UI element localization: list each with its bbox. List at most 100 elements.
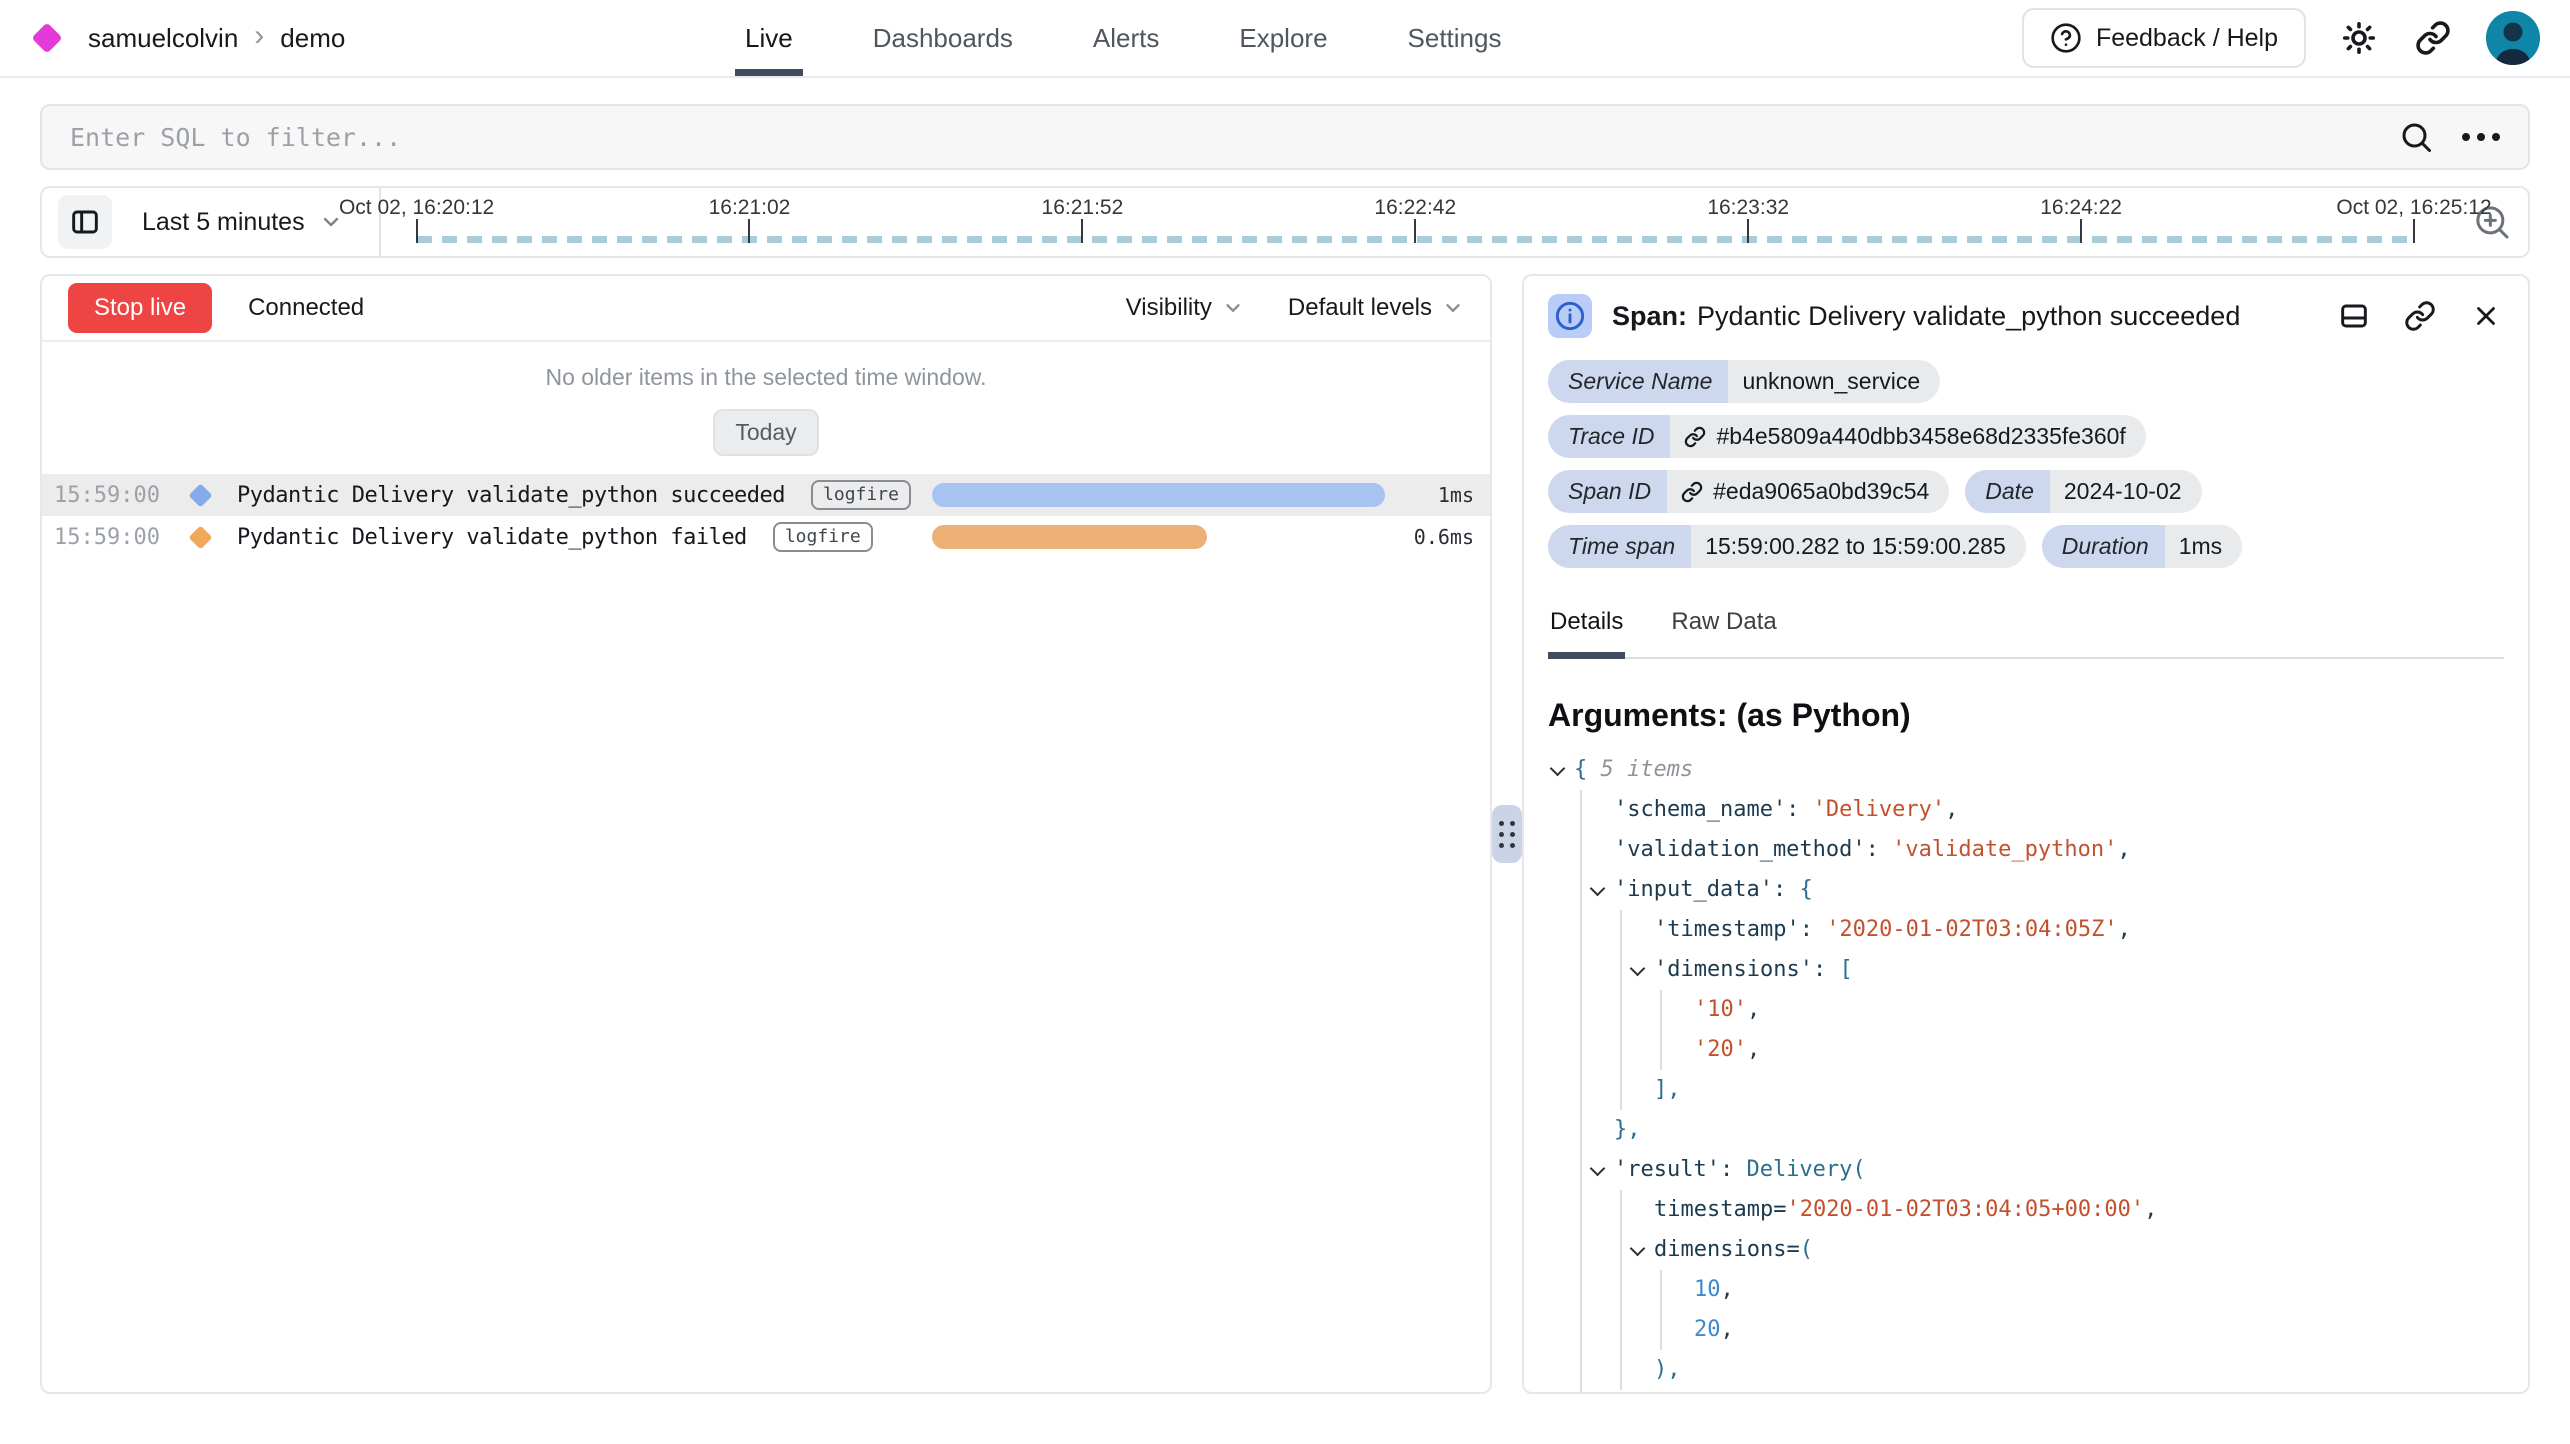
day-pill[interactable]: Today xyxy=(713,409,818,456)
sql-filter-input[interactable]: Enter SQL to filter... xyxy=(70,123,401,152)
empty-notice: No older items in the selected time wind… xyxy=(42,364,1490,391)
collapse-caret-icon[interactable] xyxy=(1630,1230,1648,1270)
logfire-logo-icon[interactable] xyxy=(31,22,62,53)
span-header-actions xyxy=(2336,298,2504,334)
meta-pill-span-id: Span ID#eda9065a0bd39c54 xyxy=(1548,470,1949,513)
feedback-help-button[interactable]: Feedback / Help xyxy=(2022,8,2306,68)
collapse-caret-icon[interactable] xyxy=(1550,750,1568,790)
collapse-caret-icon[interactable] xyxy=(1590,1150,1608,1190)
drag-handle-icon[interactable] xyxy=(1492,805,1522,863)
scope-badge: logfire xyxy=(773,522,873,552)
nav-settings[interactable]: Settings xyxy=(1408,0,1502,76)
duration-label: 1ms xyxy=(1438,483,1474,507)
span-title: Span: Pydantic Delivery validate_python s… xyxy=(1612,301,2240,332)
chevron-right-icon: › xyxy=(254,21,264,55)
user-avatar[interactable] xyxy=(2486,11,2540,65)
scope-badge: logfire xyxy=(811,480,911,510)
meta-value: unknown_service xyxy=(1728,360,1940,403)
close-icon xyxy=(2471,301,2501,331)
link-icon xyxy=(1681,481,1703,503)
meta-pill-duration: Duration1ms xyxy=(2042,525,2242,568)
breadcrumb-org[interactable]: samuelcolvin xyxy=(88,23,238,54)
tick-label: Oct 02, 16:25:12 xyxy=(2336,196,2491,220)
meta-label: Trace ID xyxy=(1548,415,1670,458)
question-icon xyxy=(2050,22,2082,54)
theme-toggle-button[interactable] xyxy=(2338,17,2380,59)
visibility-dropdown[interactable]: Visibility xyxy=(1126,294,1244,322)
meta-value: #eda9065a0bd39c54 xyxy=(1667,470,1949,513)
stop-live-button[interactable]: Stop live xyxy=(68,283,212,333)
meta-value: #b4e5809a440dbb3458e68d2335fe360f xyxy=(1670,415,2145,458)
collapse-caret-icon[interactable] xyxy=(1630,950,1648,990)
tick-label: 16:23:32 xyxy=(1707,196,1789,220)
duration-label: 0.6ms xyxy=(1414,525,1474,549)
panel-left-icon xyxy=(69,206,101,238)
nav-dashboards[interactable]: Dashboards xyxy=(873,0,1013,76)
tick-label: 16:22:42 xyxy=(1374,196,1456,220)
live-panel-body: No older items in the selected time wind… xyxy=(42,342,1490,1392)
code-line: 'schema_name': 'Delivery', xyxy=(1548,790,2504,830)
span-meta: Service Nameunknown_service Trace ID#b4e5… xyxy=(1548,360,2504,568)
code-line: 'result': Delivery( xyxy=(1548,1150,2504,1190)
chevron-down-icon xyxy=(1222,297,1244,319)
link-icon xyxy=(1684,426,1706,448)
close-panel-button[interactable] xyxy=(2468,298,2504,334)
meta-pill-time-span: Time span15:59:00.282 to 15:59:00.285 xyxy=(1548,525,2026,568)
time-range-bar: Last 5 minutes Oct 02, 16:20:1216:21:021… xyxy=(40,186,2530,258)
more-options-button[interactable] xyxy=(2462,133,2500,141)
meta-value: 2024-10-02 xyxy=(2050,470,2202,513)
log-row[interactable]: 15:59:00Pydantic Delivery validate_pytho… xyxy=(42,474,1490,516)
tab-details[interactable]: Details xyxy=(1548,600,1625,659)
breadcrumb-project[interactable]: demo xyxy=(280,23,345,54)
share-link-button[interactable] xyxy=(2412,17,2454,59)
sun-icon xyxy=(2341,20,2377,56)
arguments-heading: Arguments: (as Python) xyxy=(1548,697,2504,734)
code-line: 'timestamp': '2020-01-02T03:04:05Z', xyxy=(1548,910,2504,950)
nav-explore[interactable]: Explore xyxy=(1239,0,1327,76)
panel-resize-gutter[interactable] xyxy=(1492,274,1522,1394)
search-icon[interactable] xyxy=(2398,119,2434,155)
toggle-sidebar-button[interactable] xyxy=(58,195,112,249)
tick-mark xyxy=(2080,219,2082,243)
timeline-track: Oct 02, 16:20:1216:21:0216:21:5216:22:42… xyxy=(417,188,2414,256)
nav-live[interactable]: Live xyxy=(745,0,793,76)
tick-mark xyxy=(1414,219,1416,243)
dock-panel-button[interactable] xyxy=(2336,298,2372,334)
code-line: 20, xyxy=(1548,1310,2504,1350)
connection-status: Connected xyxy=(248,294,364,322)
live-panel-header: Stop live Connected Visibility Default l… xyxy=(42,276,1490,342)
default-levels-label: Default levels xyxy=(1288,294,1432,322)
code-line: }, xyxy=(1548,1110,2504,1150)
time-range-select[interactable]: Last 5 minutes xyxy=(142,208,343,237)
meta-label: Time span xyxy=(1548,525,1691,568)
tick-label: 16:24:22 xyxy=(2040,196,2122,220)
top-actions: Feedback / Help xyxy=(2022,8,2540,68)
sql-filter-bar[interactable]: Enter SQL to filter... xyxy=(40,104,2530,170)
default-levels-dropdown[interactable]: Default levels xyxy=(1288,294,1464,322)
copy-link-button[interactable] xyxy=(2402,298,2438,334)
log-rows: 15:59:00Pydantic Delivery validate_pytho… xyxy=(42,474,1490,558)
span-detail-header: Span: Pydantic Delivery validate_python s… xyxy=(1548,280,2504,352)
code-line: dimensions=( xyxy=(1548,1230,2504,1270)
meta-label: Duration xyxy=(2042,525,2165,568)
meta-label: Service Name xyxy=(1548,360,1728,403)
tick-mark xyxy=(1081,219,1083,243)
nav-alerts[interactable]: Alerts xyxy=(1093,0,1159,76)
timeline[interactable]: Oct 02, 16:20:1216:21:0216:21:5216:22:42… xyxy=(381,188,2460,256)
top-bar: samuelcolvin › demo Live Dashboards Alerts… xyxy=(0,0,2570,78)
meta-label: Span ID xyxy=(1548,470,1667,513)
code-line: ), xyxy=(1548,1390,2504,1394)
collapse-caret-icon[interactable] xyxy=(1590,870,1608,910)
panel-bottom-icon xyxy=(2338,300,2370,332)
meta-value: 15:59:00.282 to 15:59:00.285 xyxy=(1691,525,2026,568)
code-line: 'input_data': { xyxy=(1548,870,2504,910)
span-title-text: Pydantic Delivery validate_python succee… xyxy=(1697,301,2240,331)
tab-raw-data[interactable]: Raw Data xyxy=(1669,600,1778,657)
logfire-app: samuelcolvin › demo Live Dashboards Alerts… xyxy=(0,0,2570,1444)
info-icon xyxy=(1548,294,1592,338)
breadcrumb: samuelcolvin › demo xyxy=(30,21,345,55)
meta-pill-trace-id: Trace ID#b4e5809a440dbb3458e68d2335fe360… xyxy=(1548,415,2146,458)
span-kind-label: Span: xyxy=(1612,301,1687,331)
log-row[interactable]: 15:59:00Pydantic Delivery validate_pytho… xyxy=(42,516,1490,558)
code-line: 10, xyxy=(1548,1270,2504,1310)
